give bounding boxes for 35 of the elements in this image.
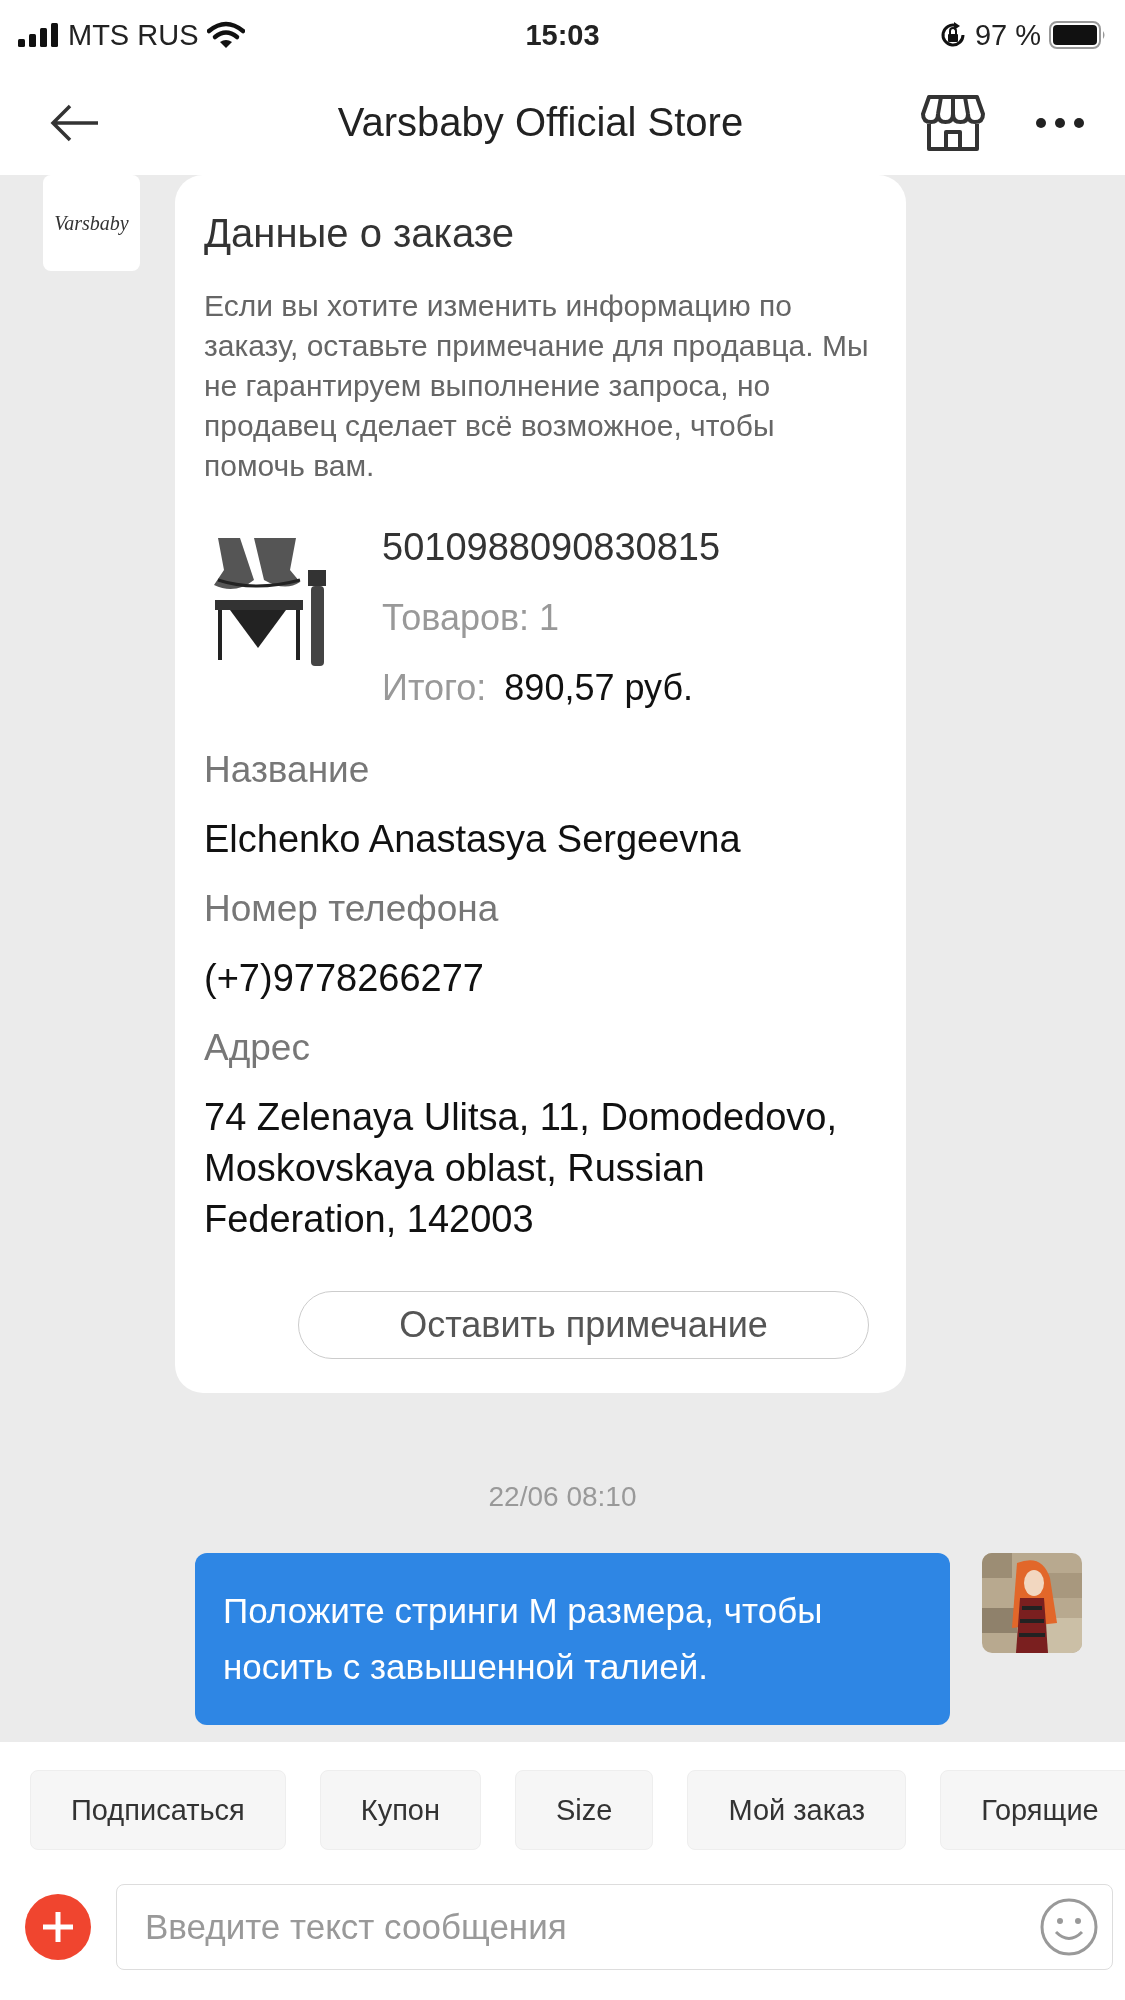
field-value: 74 Zelenaya Ulitsa, 11, Domodedovo, Moskovskaya oblast, Russian Federation, 142003 (204, 1095, 838, 1242)
field-value: Elchenko Anastasya Sergeevna (204, 817, 742, 862)
clock-time: 15:03 (524, 18, 601, 52)
signal-icon (18, 23, 60, 47)
battery-percent: 97 % (974, 18, 1041, 52)
quick-reply-chip[interactable]: Мой заказ (687, 1770, 907, 1850)
carrier-name: MTS RUS (68, 18, 199, 52)
leave-note-button[interactable]: Оставить примечание (298, 1291, 869, 1359)
more-icon[interactable] (1035, 116, 1085, 129)
wifi-icon (206, 21, 245, 49)
quick-reply-chip[interactable]: Купон (319, 1770, 481, 1850)
message-bubble: Положите стринги M размера, чтобы носить с завышенной талией. (195, 1553, 950, 1725)
quick-reply-chip[interactable]: Size (515, 1770, 654, 1850)
battery-icon (1049, 21, 1107, 49)
message-input[interactable]: Введите текст сообщения (116, 1884, 1113, 1970)
field-label: Название (204, 748, 371, 792)
order-number: 5010988090830815 (382, 526, 721, 569)
store-title: Varsbaby Official Store (336, 100, 745, 145)
plus-icon (40, 1909, 76, 1945)
store-logo: Varsbaby (43, 175, 140, 271)
field-value: (+7)9778266277 (204, 956, 485, 1001)
quick-reply-chip[interactable]: Горящие (940, 1770, 1125, 1850)
message-timestamp: 22/06 08:10 (487, 1481, 638, 1513)
quick-reply-chip[interactable]: Подписаться (30, 1770, 286, 1850)
item-count: Товаров: 1 (382, 597, 561, 639)
rotation-lock-icon (938, 21, 967, 49)
total-value: 890,57 руб. (504, 667, 694, 709)
field-label: Адрес (204, 1026, 311, 1070)
store-icon[interactable] (921, 93, 985, 152)
field-label: Номер телефона (204, 887, 500, 931)
notice-text: Если вы хотите изменить информацию по заказу, оставьте примечание для продавца. Мы не гарантируем выполнение запроса, но продавец сделает всё возможное, чтобы помочь вам. (204, 288, 870, 484)
back-button[interactable] (50, 102, 100, 143)
emoji-icon[interactable] (1039, 1897, 1099, 1957)
card-title: Данные о заказе (204, 211, 515, 256)
total-label: Итого: (382, 667, 487, 709)
